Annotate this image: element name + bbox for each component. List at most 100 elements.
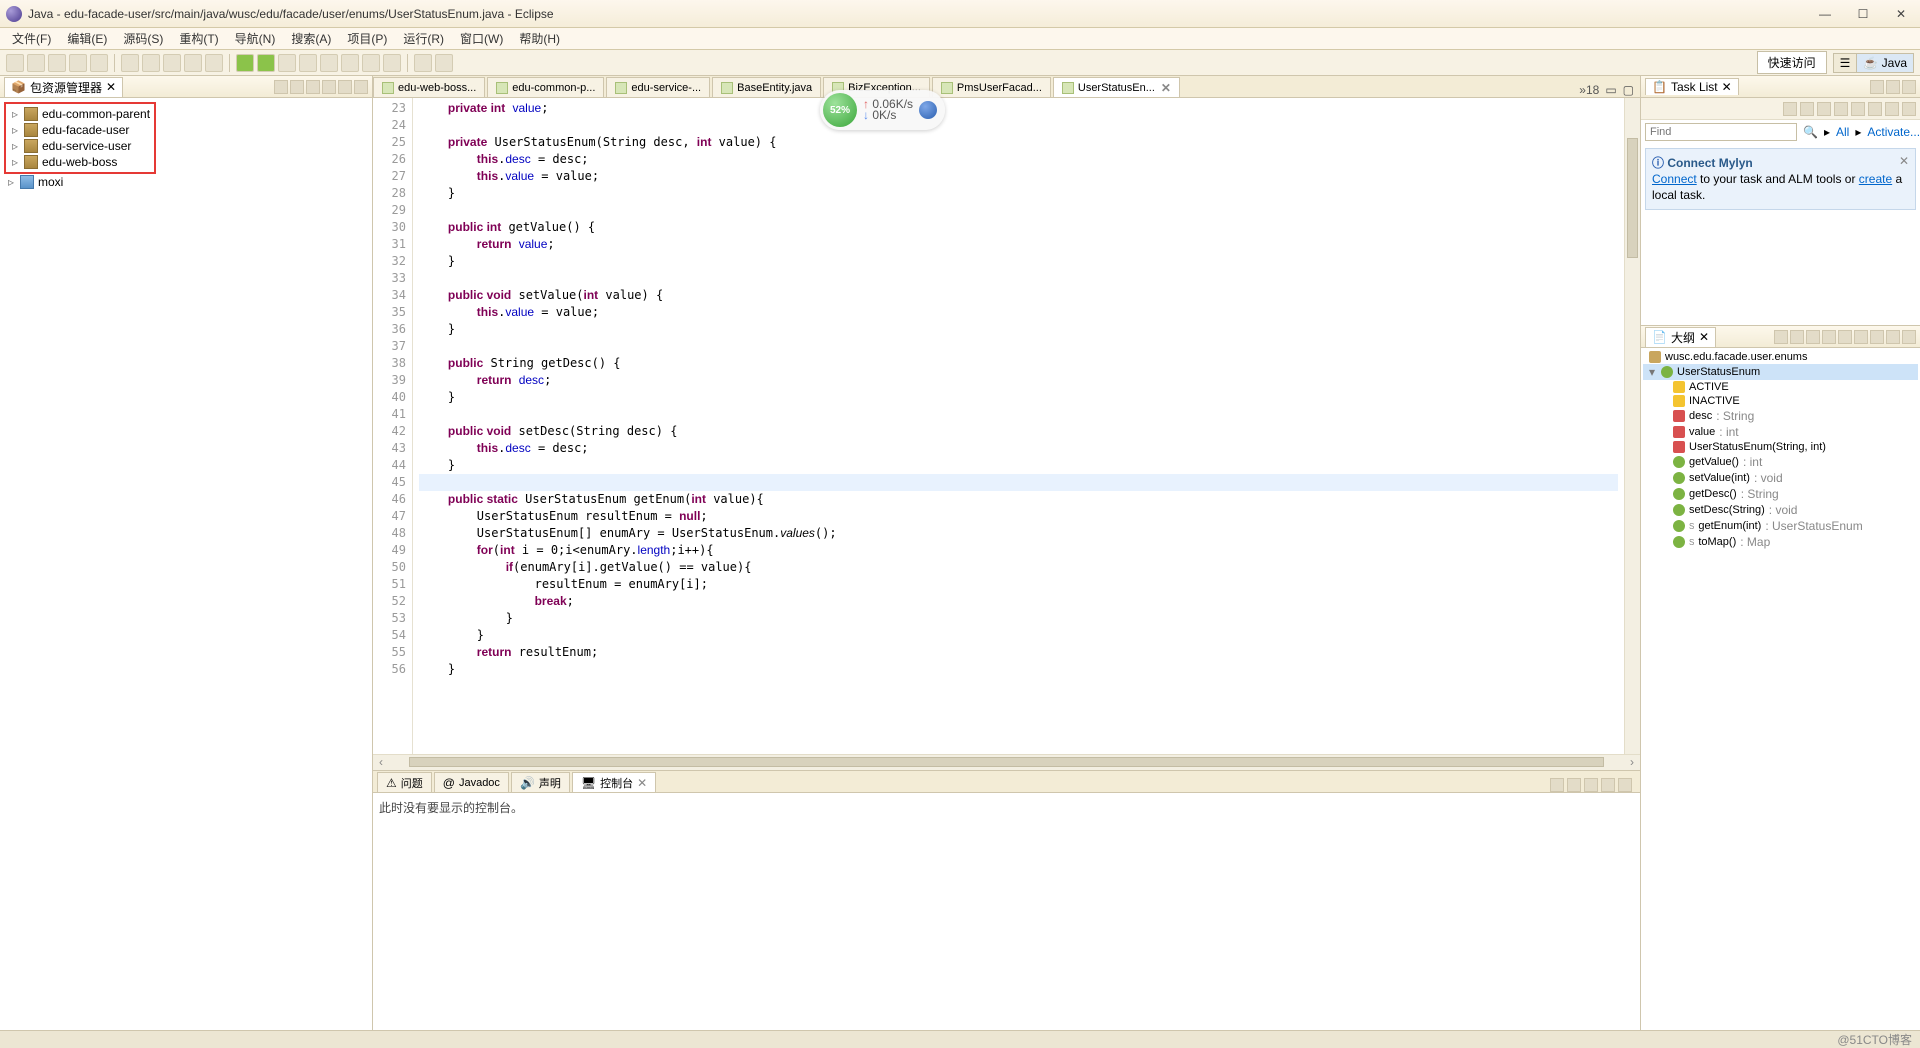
run-button[interactable]	[257, 54, 275, 72]
close-icon[interactable]: ✕	[1161, 81, 1171, 95]
forward-button[interactable]	[435, 54, 453, 72]
sort-icon[interactable]	[1774, 330, 1788, 344]
editor-tab[interactable]: PmsUserFacad...	[932, 77, 1051, 97]
maximize-view-icon[interactable]	[354, 80, 368, 94]
outline-member[interactable]: INACTIVE	[1643, 394, 1918, 408]
category-icon[interactable]	[1800, 102, 1814, 116]
menu-item[interactable]: 搜索(A)	[283, 28, 339, 49]
close-icon[interactable]: ✕	[637, 776, 647, 790]
tool-button[interactable]	[320, 54, 338, 72]
tool-button[interactable]	[121, 54, 139, 72]
minimize-icon[interactable]	[1601, 778, 1615, 792]
save-button[interactable]	[27, 54, 45, 72]
new-task-icon[interactable]	[1783, 102, 1797, 116]
all-link[interactable]: All	[1836, 125, 1849, 139]
package-tree[interactable]: ▹edu-common-parent▹edu-facade-user▹edu-s…	[0, 98, 372, 1030]
menu-item[interactable]: 运行(R)	[395, 28, 452, 49]
outline-member[interactable]: S getEnum(int) : UserStatusEnum	[1643, 518, 1918, 534]
open-perspective-button[interactable]: ☰	[1834, 54, 1857, 72]
outline-tree[interactable]: wusc.edu.facade.user.enums▾UserStatusEnu…	[1641, 348, 1920, 1030]
bottom-tab[interactable]: ⚠问题	[377, 772, 432, 792]
back-button[interactable]	[414, 54, 432, 72]
project-node[interactable]: ▹edu-facade-user	[8, 122, 152, 138]
code-content[interactable]: private int value; private UserStatusEnu…	[413, 98, 1624, 754]
editor-tab[interactable]: edu-common-p...	[487, 77, 604, 97]
hide-fields-icon[interactable]	[1790, 330, 1804, 344]
run-ext-button[interactable]	[278, 54, 296, 72]
sync-icon[interactable]	[1817, 102, 1831, 116]
connect-link[interactable]: Connect	[1652, 172, 1697, 186]
create-link[interactable]: create	[1859, 172, 1892, 186]
hide-nonpublic-icon[interactable]	[1822, 330, 1836, 344]
outline-member[interactable]: getValue() : int	[1643, 454, 1918, 470]
vertical-scrollbar[interactable]	[1624, 98, 1640, 754]
collapse-all-icon[interactable]	[274, 80, 288, 94]
filter-icon[interactable]	[1868, 102, 1882, 116]
debug-button[interactable]	[236, 54, 254, 72]
quick-access[interactable]: 快速访问	[1757, 51, 1827, 74]
view-menu-icon[interactable]	[322, 80, 336, 94]
project-node[interactable]: ▹edu-common-parent	[8, 106, 152, 122]
bottom-tab[interactable]: 🖥控制台 ✕	[572, 772, 656, 792]
menu-item[interactable]: 帮助(H)	[511, 28, 568, 49]
new-button[interactable]	[6, 54, 24, 72]
minimize-view-icon[interactable]	[338, 80, 352, 94]
display-icon[interactable]	[1567, 778, 1581, 792]
focus-icon[interactable]	[1851, 102, 1865, 116]
menu-item[interactable]: 文件(F)	[4, 28, 59, 49]
editor-tab[interactable]: UserStatusEn...✕	[1053, 77, 1180, 97]
network-overlay[interactable]: 52% 0.06K/s 0K/s	[820, 90, 945, 130]
menu-item[interactable]: 源码(S)	[115, 28, 171, 49]
outline-member[interactable]: setDesc(String) : void	[1643, 502, 1918, 518]
maximize-view-icon[interactable]	[1902, 330, 1916, 344]
maximize-button[interactable]: ☐	[1850, 5, 1876, 23]
search-icon[interactable]: 🔍	[1803, 125, 1818, 139]
bottom-tab[interactable]: 🔊声明	[511, 772, 570, 792]
outline-member[interactable]: UserStatusEnum(String, int)	[1643, 440, 1918, 454]
outline-member[interactable]: getDesc() : String	[1643, 486, 1918, 502]
tool-button[interactable]	[142, 54, 160, 72]
outline-tab[interactable]: 📄 大纲 ✕	[1645, 327, 1716, 347]
hide-static-icon[interactable]	[1806, 330, 1820, 344]
tool-button[interactable]	[383, 54, 401, 72]
outline-package[interactable]: wusc.edu.facade.user.enums	[1643, 350, 1918, 364]
link-editor-icon[interactable]	[290, 80, 304, 94]
outline-class[interactable]: ▾UserStatusEnum	[1643, 364, 1918, 380]
package-explorer-tab[interactable]: 📦 包资源管理器 ✕	[4, 77, 123, 97]
print-button[interactable]	[69, 54, 87, 72]
tool-button[interactable]	[341, 54, 359, 72]
pin-icon[interactable]	[1550, 778, 1564, 792]
close-button[interactable]: ✕	[1888, 5, 1914, 23]
project-node[interactable]: ▹moxi	[4, 174, 368, 190]
menu-item[interactable]: 项目(P)	[339, 28, 395, 49]
tool-button[interactable]	[362, 54, 380, 72]
maximize-view-icon[interactable]	[1902, 80, 1916, 94]
view-menu-icon[interactable]	[1902, 102, 1916, 116]
minimize-view-icon[interactable]	[1886, 80, 1900, 94]
outline-member[interactable]: desc : String	[1643, 408, 1918, 424]
menu-item[interactable]: 窗口(W)	[452, 28, 511, 49]
activate-link[interactable]: Activate...	[1867, 125, 1920, 139]
menu-item[interactable]: 重构(T)	[171, 28, 226, 49]
minimize-icon[interactable]: ▭	[1605, 83, 1616, 97]
hide-local-icon[interactable]	[1838, 330, 1852, 344]
outline-member[interactable]: S toMap() : Map	[1643, 534, 1918, 550]
code-editor[interactable]: 23 24 25 26 27 28 29 30 31 32 33 34 35 3…	[373, 98, 1640, 754]
maximize-icon[interactable]	[1618, 778, 1632, 792]
focus-icon[interactable]	[1854, 330, 1868, 344]
horizontal-scrollbar[interactable]: ‹›	[373, 754, 1640, 770]
close-icon[interactable]: ✕	[1899, 153, 1909, 169]
menu-item[interactable]: 编辑(E)	[59, 28, 115, 49]
view-icon[interactable]	[1870, 80, 1884, 94]
outline-member[interactable]: setValue(int) : void	[1643, 470, 1918, 486]
editor-tab[interactable]: BaseEntity.java	[712, 77, 821, 97]
collapse-icon[interactable]	[1834, 102, 1848, 116]
view-menu-icon[interactable]	[1584, 778, 1598, 792]
project-node[interactable]: ▹edu-service-user	[8, 138, 152, 154]
editor-tab[interactable]: edu-service-...	[606, 77, 710, 97]
outline-member[interactable]: ACTIVE	[1643, 380, 1918, 394]
tool-button[interactable]	[163, 54, 181, 72]
project-node[interactable]: ▹edu-web-boss	[8, 154, 152, 170]
find-input[interactable]	[1645, 123, 1797, 141]
tool-button[interactable]	[299, 54, 317, 72]
